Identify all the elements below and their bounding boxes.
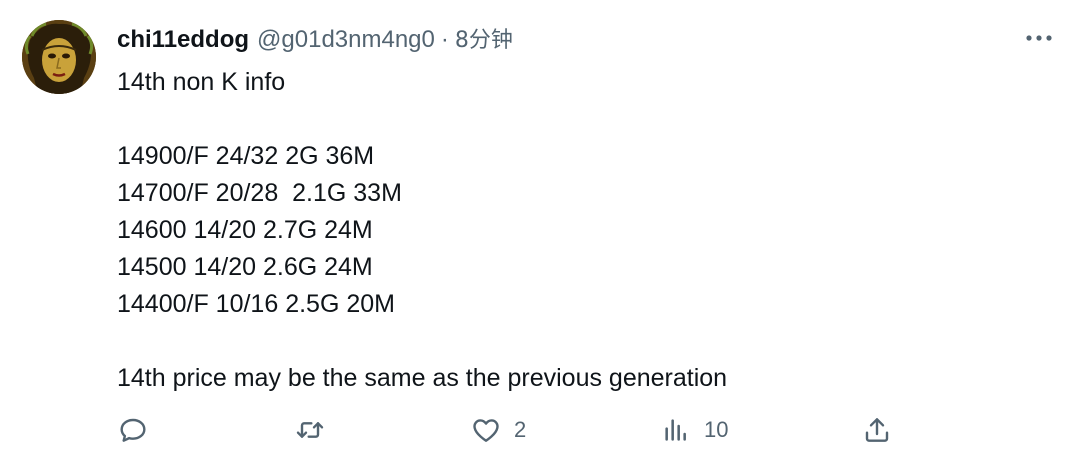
tweet-line: 14th price may be the same as the previo… [117,364,728,392]
tweet-text: 14th non K info 14900/F 24/32 2G 36M 147… [117,64,1047,397]
tweet-line: 14700/F 20/28 2.1G 33M [117,179,402,207]
tweet-line: 14600 14/20 2.7G 24M [117,216,373,244]
separator-dot: · [440,26,449,53]
tweet-line: 14500 14/20 2.6G 24M [117,253,373,281]
tweet: chi11eddog @g01d3nm4ng0 · 8分钟 14th non K… [0,0,1080,455]
tweet-line [117,323,1047,360]
like-button[interactable]: 2 [470,410,526,450]
share-icon [865,418,889,442]
tweet-line: 14900/F 24/32 2G 36M [117,142,375,170]
avatar[interactable] [22,20,96,94]
tweet-line: 14th non K info [117,68,286,96]
heart-icon [473,419,499,442]
tweet-header: chi11eddog @g01d3nm4ng0 · 8分钟 [117,22,513,56]
tweet-line: 14400/F 10/16 2.5G 20M [117,290,395,318]
user-handle[interactable]: @g01d3nm4ng0 [257,26,435,54]
tweet-line [117,101,1047,138]
like-count: 2 [514,417,527,442]
action-bar: 2 10 [0,410,1080,450]
reply-button[interactable] [117,410,149,450]
retweet-button[interactable] [294,410,326,450]
retweet-icon [296,422,324,438]
views-icon [665,419,686,441]
timestamp[interactable]: 8分钟 [455,22,513,54]
reply-icon [120,418,146,442]
views-button[interactable]: 10 [660,410,728,450]
views-count: 10 [704,417,729,442]
avatar-image [22,20,96,94]
share-button[interactable] [861,410,893,450]
display-name[interactable]: chi11eddog [117,26,249,54]
more-icon[interactable] [1024,26,1054,50]
